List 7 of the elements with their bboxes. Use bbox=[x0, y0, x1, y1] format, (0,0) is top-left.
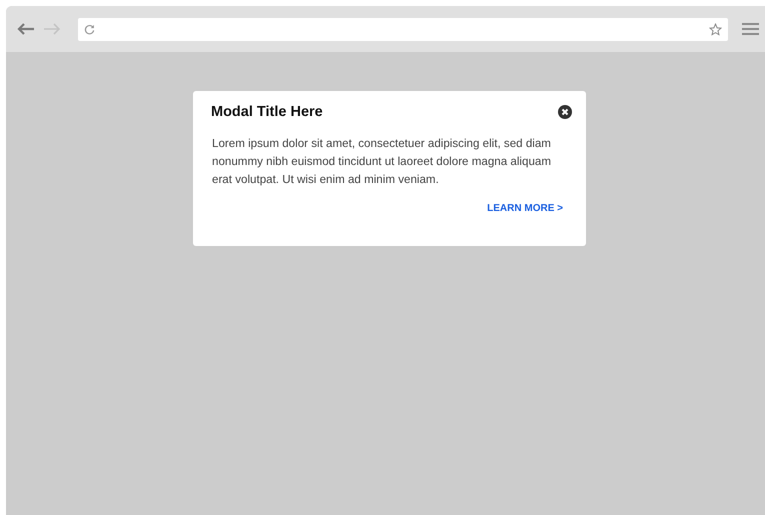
reload-icon[interactable] bbox=[84, 24, 95, 34]
learn-more-link[interactable]: LEARN MORE > bbox=[487, 203, 563, 214]
modal-body-text: Lorem ipsum dolor sit amet, consectetuer adipiscing elit, sed diam nonummy nibh euismod tincidunt ut laoreet dolore magna aliquam erat volutpat. Ut wisi enim ad minim veniam. bbox=[212, 136, 552, 188]
star-icon[interactable] bbox=[709, 22, 722, 36]
modal-title: Modal Title Here bbox=[211, 104, 323, 120]
close-button[interactable] bbox=[558, 105, 572, 119]
menu-icon[interactable] bbox=[742, 22, 759, 36]
